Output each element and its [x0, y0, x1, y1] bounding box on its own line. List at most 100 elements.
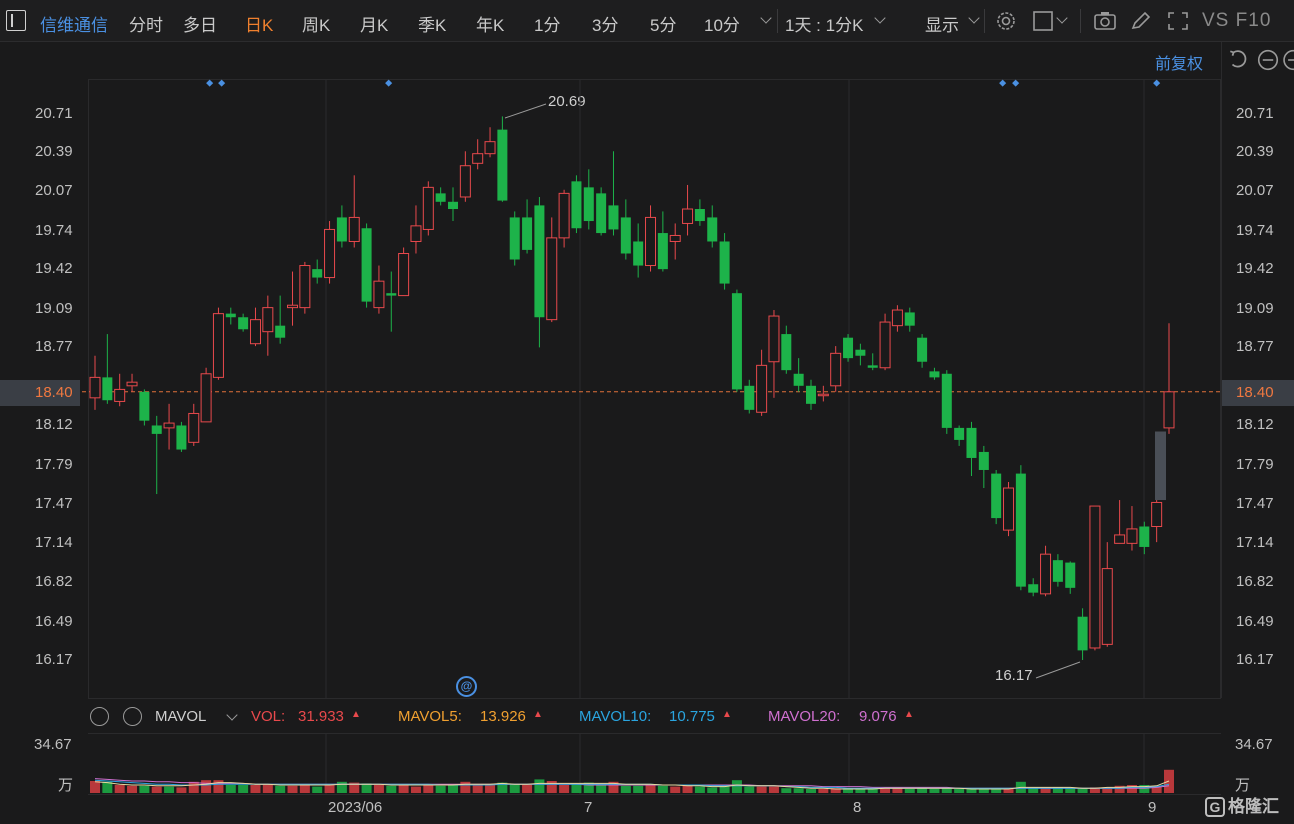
candle-body-down [966, 427, 977, 458]
high-annotation-connector [504, 103, 547, 119]
candle-body-down [336, 217, 347, 242]
candle-body-up [89, 376, 101, 399]
candle-body-up [200, 373, 212, 423]
candle-body-down [522, 217, 533, 250]
candle-body-down [855, 349, 866, 356]
candle-body-down [448, 201, 458, 210]
vol-arrow-icon: ▲ [351, 709, 361, 720]
candle-body-up [1101, 568, 1113, 645]
candle-body-up [299, 265, 311, 309]
candle-body-down [102, 377, 113, 401]
x-label-september: 9 [1148, 799, 1157, 816]
candle-body-up [287, 304, 299, 309]
candle-body-up [1126, 528, 1138, 544]
candle-body-down [620, 217, 631, 254]
candle-body-up [114, 388, 126, 402]
mavol10-value: 10.775 [669, 708, 715, 725]
candle-body-down [139, 391, 150, 421]
candle-body-up [546, 237, 558, 321]
candle-body-down [904, 312, 915, 326]
candle-body-up [669, 234, 681, 242]
candle-body-down [978, 451, 989, 470]
candle-body-down [744, 385, 755, 410]
candle-body-down [435, 193, 446, 202]
indicator-name[interactable]: MAVOL [155, 708, 206, 725]
logo-text: 格隆汇 [1228, 797, 1279, 816]
mavol5-arrow-icon: ▲ [533, 709, 543, 720]
candle-body-down [991, 473, 1002, 519]
vol-label: VOL: [251, 708, 286, 725]
kline-chart[interactable] [0, 0, 1294, 824]
candle-body-down [225, 313, 236, 318]
candle-body-up [879, 321, 891, 369]
candle-body-up [1003, 487, 1015, 531]
candle-body-up [163, 422, 175, 429]
candle-body-up [249, 319, 261, 345]
candle-body-down [1065, 562, 1076, 588]
candle-body-down [151, 425, 162, 434]
candle-body-up [817, 393, 829, 397]
mavol20-arrow-icon: ▲ [904, 709, 914, 720]
low-annotation-connector [1035, 661, 1081, 679]
candle-body-up [484, 141, 496, 155]
vol-max-label-left: 34.67 [34, 736, 72, 753]
candle-body-down [1015, 473, 1026, 587]
indicator-settings-icon[interactable] [90, 707, 109, 726]
candle-body-down [719, 241, 730, 284]
mavol10-arrow-icon: ▲ [722, 709, 732, 720]
candle-body-up [410, 225, 422, 242]
candle-body-down [806, 385, 816, 404]
pending-bar [1155, 431, 1166, 501]
candle-body-down [608, 205, 619, 230]
candle-body-down [1028, 584, 1039, 593]
x-label-august: 8 [853, 799, 862, 816]
candle-body-up [459, 165, 471, 198]
candle-body-up [324, 228, 336, 279]
candle-body-up [348, 216, 360, 242]
candle-body-down [657, 233, 668, 270]
candle-body-up [1040, 553, 1052, 595]
candle-body-up [1114, 534, 1126, 544]
candle-body-up [558, 192, 570, 239]
mavol10-label: MAVOL10: [579, 708, 652, 725]
event-marker-icon [1153, 79, 1161, 87]
candle-body-up [398, 253, 410, 297]
candle-body-down [954, 427, 965, 440]
candle-body-down [238, 317, 249, 330]
candle-body-down [843, 337, 854, 359]
candle-body-up [1151, 501, 1163, 528]
vol-unit-label-left: 万 [58, 777, 74, 794]
gelonghui-logo: G 格隆汇 [1205, 792, 1279, 817]
candle-body-up [1089, 505, 1101, 649]
candle-body-down [275, 325, 286, 338]
candle-body-up [212, 313, 224, 378]
candle-body-down [509, 217, 520, 260]
candle-body-down [176, 425, 187, 450]
candle-body-up [891, 309, 903, 327]
candle-body-down [731, 293, 742, 390]
candle-body-up [126, 381, 138, 387]
candle-body-down [596, 193, 607, 234]
candle-body-up [262, 307, 274, 333]
indicator-close-icon[interactable] [123, 707, 142, 726]
x-label-july: 7 [584, 799, 593, 816]
candle-body-up [1163, 391, 1175, 429]
candle-body-down [917, 337, 928, 362]
volume-panel[interactable] [88, 733, 1221, 795]
candle-body-down [694, 209, 705, 222]
x-label-june: 2023/06 [328, 799, 383, 816]
candle-body-down [941, 373, 952, 428]
candle-body-down [781, 334, 792, 371]
event-marker-icon [206, 79, 214, 87]
candle-body-up [422, 186, 434, 230]
mavol20-value: 9.076 [859, 708, 897, 725]
event-marker-icon [385, 79, 393, 87]
candle-body-down [534, 205, 545, 318]
vol-max-label-right: 34.67 [1235, 736, 1273, 753]
mavol5-value: 13.926 [480, 708, 526, 725]
candle-body-down [707, 217, 718, 242]
candle-body-down [386, 293, 397, 296]
candle-body-down [571, 181, 582, 229]
candle-body-up [645, 216, 657, 267]
event-marker-icon [999, 79, 1007, 87]
